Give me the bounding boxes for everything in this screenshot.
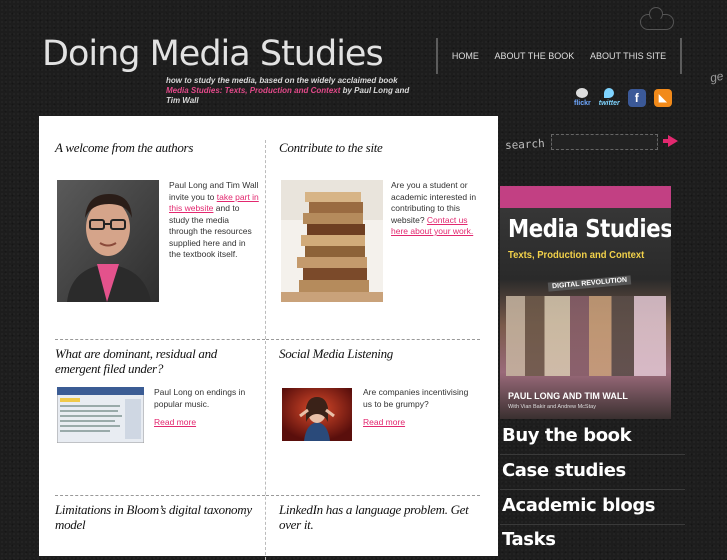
book-cover[interactable]: Media Studies Texts, Production and Cont… [500,186,671,419]
post-title[interactable]: Social Media Listening [279,346,484,361]
academic-blogs-link[interactable]: Academic blogs [502,495,656,516]
post-dominant-residual: What are dominant, residual and emergent… [55,346,260,486]
flickr-link[interactable]: flickr [574,88,591,107]
sidebar-divider [500,489,685,490]
book-title: Media Studies [508,214,671,243]
social-links: flickr twitter f ◣ [574,88,672,107]
rss-icon[interactable]: ◣ [653,89,672,107]
main-content: A welcome from the authors Paul Long and… [39,116,498,560]
twitter-label: twitter [598,100,620,107]
buy-the-book-link[interactable]: Buy the book [502,425,632,446]
post-excerpt: Paul Long and Tim Wall invite you to tak… [169,180,259,261]
row-divider [266,339,480,340]
post-contribute: Contribute to the site Are you a student… [279,140,484,330]
post-social-media-listening: Social Media Listening Are companies inc… [279,346,484,486]
nav-home[interactable]: HOME [452,51,479,61]
row-divider [55,339,265,340]
grumpy-photo[interactable] [282,388,352,441]
post-title[interactable]: What are dominant, residual and emergent… [55,346,260,376]
post-excerpt: Are companies incentivising us to be gru… [363,387,469,409]
post-excerpt: Are you a student or academic interested… [391,180,483,238]
cloud-doodle-icon [640,7,674,30]
read-more-link[interactable]: Read more [363,417,405,427]
column-divider [265,140,266,560]
facebook-icon[interactable]: f [627,89,646,107]
sidebar-divider [500,454,685,455]
screenshot-thumbnail[interactable] [56,386,145,444]
book-subtitle: Texts, Production and Context [508,249,645,261]
post-excerpt: Paul Long on endings in popular music. [154,387,246,409]
tagline-text: how to study the media, based on the wid… [166,76,398,85]
tasks-link[interactable]: Tasks [502,529,556,550]
twitter-link[interactable]: twitter [599,88,620,107]
main-nav: HOME ABOUT THE BOOK ABOUT THIS SITE [436,38,682,74]
book-cover-collage [506,296,666,376]
post-welcome: A welcome from the authors Paul Long and… [55,140,260,330]
book-contributors: With Vian Bakir and Andrew McStay [508,404,596,410]
search-input[interactable] [551,134,658,150]
flickr-label: flickr [574,100,591,107]
nav-about-this-site[interactable]: ABOUT THIS SITE [590,51,666,61]
site-title[interactable]: Doing Media Studies [42,34,384,74]
book-authors: PAUL LONG AND TIM WALL [508,391,628,401]
search-submit-arrow-icon[interactable] [663,135,678,147]
row-divider [55,495,265,496]
row-divider [266,495,480,496]
case-studies-link[interactable]: Case studies [502,460,626,481]
post-title[interactable]: LinkedIn has a language problem. Get ove… [279,502,479,532]
twitter-icon [604,88,615,98]
post-title[interactable]: Contribute to the site [279,140,484,155]
books-photo[interactable] [281,180,383,302]
book-edition-tag: DIGITAL REVOLUTION [547,275,632,292]
sidebar-divider [500,524,685,525]
book-cover-band [500,186,671,208]
post-title[interactable]: A welcome from the authors [55,140,260,155]
tagline-book-title: Media Studies: Texts, Production and Con… [166,86,341,95]
author-photo[interactable] [57,180,159,302]
site-tagline: how to study the media, based on the wid… [166,76,416,106]
flickr-icon [576,88,589,98]
get-social-text: ge [708,68,725,86]
read-more-link[interactable]: Read more [154,417,196,427]
post-title[interactable]: Limitations in Bloom’s digital taxonomy … [55,502,260,532]
nav-about-the-book[interactable]: ABOUT THE BOOK [495,51,575,61]
search-label: search [504,136,546,153]
